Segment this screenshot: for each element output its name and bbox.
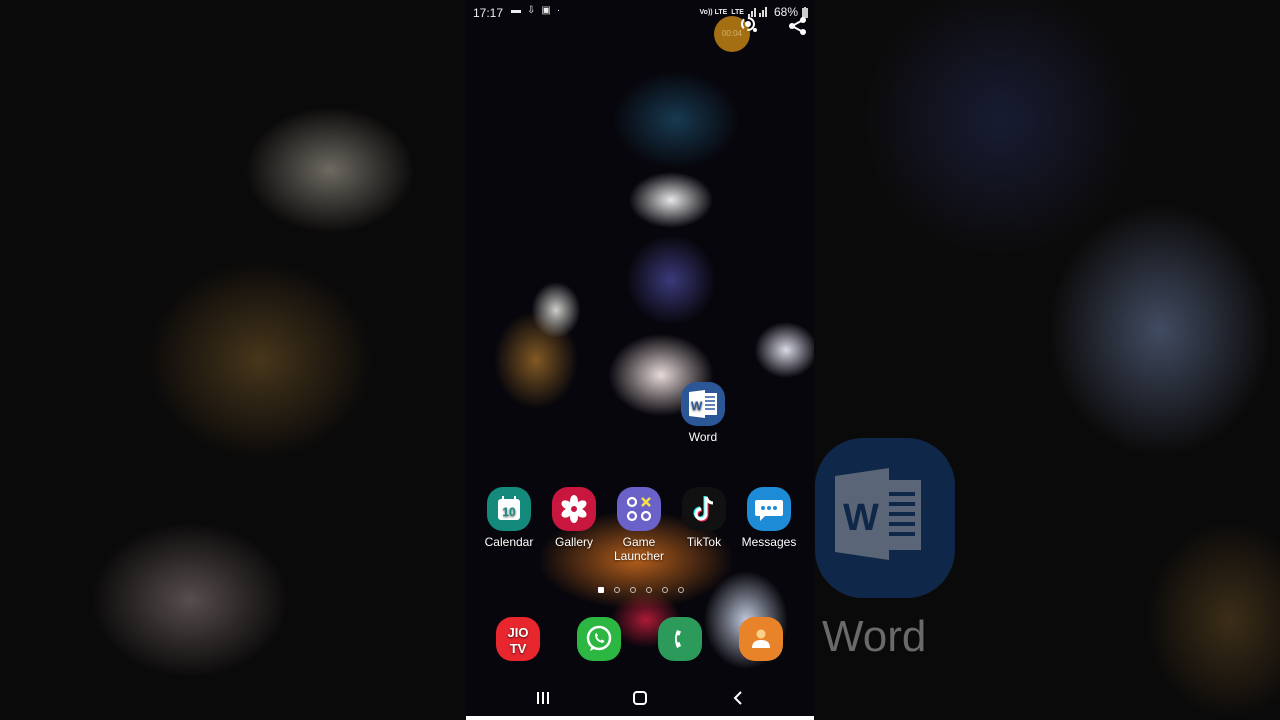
contacts-icon [739,617,783,661]
screenshot-icon: ▣ [541,5,551,16]
jiotv-icon: JIO TV [496,617,540,661]
svg-text:W: W [843,497,879,539]
dock-app-jiotv[interactable]: JIO TV [483,617,553,665]
volte-indicator: Vo)) LTE [699,8,728,16]
video-camera-icon: ▬ [511,5,521,16]
home-button[interactable] [625,686,655,710]
app-calendar[interactable]: 10 Calendar [474,487,544,549]
more-notifications-dot-icon: · [556,5,561,16]
touch-indicator-icon [741,17,757,32]
word-icon: W [681,382,725,426]
phone-screen: 17:17 ▬ ⇩ ▣ · Vo)) LTE LTE 68% 00:04 W W… [466,0,814,720]
dock-app-whatsapp[interactable] [564,617,634,665]
enlarged-word-icon: W [815,438,955,598]
page-dot[interactable] [662,587,668,593]
dock-app-contacts[interactable] [726,617,796,665]
game-launcher-icon [617,487,661,531]
app-label: Calendar [484,535,534,549]
app-label: TikTok [686,535,722,549]
share-icon[interactable] [788,16,808,36]
status-bar: 17:17 ▬ ⇩ ▣ · Vo)) LTE LTE 68% [466,0,814,26]
svg-text:10: 10 [502,505,516,519]
download-icon: ⇩ [527,5,536,16]
messages-icon [747,487,791,531]
app-messages[interactable]: Messages [734,487,804,549]
gallery-flower-icon [552,487,596,531]
app-gallery[interactable]: Gallery [539,487,609,549]
tiktok-icon [682,487,726,531]
app-label: Gallery [554,535,593,549]
app-word[interactable]: W Word [668,382,738,444]
svg-text:JIO: JIO [508,625,529,640]
navigation-bar [466,680,814,716]
page-dot[interactable] [614,587,620,593]
page-dot[interactable] [646,587,652,593]
phone-icon [658,617,702,661]
app-label: Messages [741,535,797,549]
app-label: Word [688,430,718,444]
app-label: Game Launcher [613,535,665,563]
app-tiktok[interactable]: TikTok [669,487,739,549]
enlarged-word-label: Word [822,612,927,661]
page-dot[interactable] [630,587,636,593]
app-game-launcher[interactable]: Game Launcher [604,487,674,563]
svg-text:TV: TV [510,641,527,656]
bottom-edge [466,716,814,720]
recent-apps-button[interactable] [528,686,558,710]
calendar-icon: 10 [487,487,531,531]
notification-icons: ▬ ⇩ ▣ · [511,5,560,16]
page-dot[interactable] [678,587,684,593]
svg-text:W: W [691,399,703,413]
clock: 17:17 [473,6,504,20]
dock-app-phone[interactable] [645,617,715,665]
whatsapp-icon [577,617,621,661]
page-dot-home[interactable] [598,587,604,593]
back-button[interactable] [723,686,753,710]
recording-timer: 00:04 [721,29,743,38]
page-indicator[interactable] [598,587,684,593]
